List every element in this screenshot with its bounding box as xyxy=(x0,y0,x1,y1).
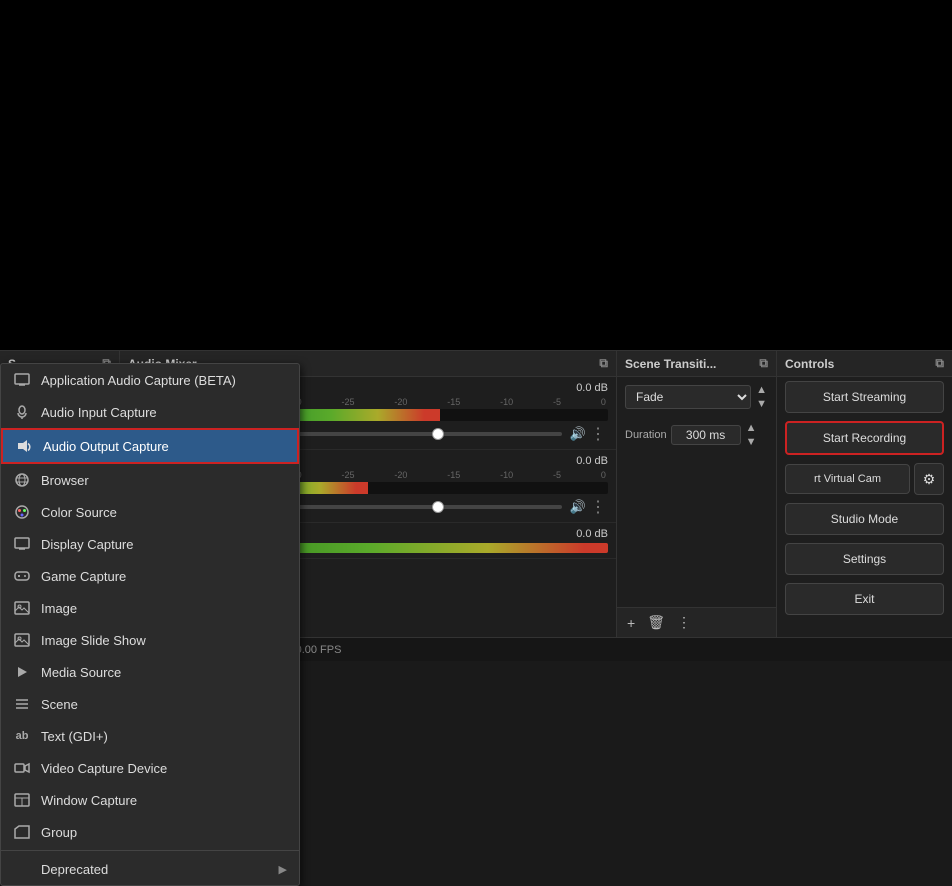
mixer-dots-1[interactable]: ⋮ xyxy=(588,424,608,444)
dropdown-item-text-gdip-label: Text (GDI+) xyxy=(41,729,287,744)
window-capture-icon xyxy=(13,791,31,809)
dropdown-item-app-audio-label: Application Audio Capture (BETA) xyxy=(41,373,287,388)
mixer-mute-2[interactable]: 🔊 xyxy=(568,497,588,517)
dropdown-item-deprecated-label: Deprecated xyxy=(41,862,269,877)
transition-type-select[interactable]: Fade Cut Swipe xyxy=(625,385,751,409)
start-recording-btn[interactable]: Start Recording xyxy=(785,421,944,455)
main-container: S ⧉ + 🗑 ⚙ ∧ ⋮ ⚙ ⋮ Audio Mixer ⧉ xyxy=(0,0,952,661)
dropdown-item-image-slide-show[interactable]: Image Slide Show xyxy=(1,624,299,656)
dropdown-item-browser-label: Browser xyxy=(41,473,287,488)
transitions-panel-header: Scene Transiti... ⧉ xyxy=(617,351,776,377)
dropdown-item-color-source[interactable]: Color Source xyxy=(1,496,299,528)
transition-delete-btn[interactable]: 🗑 xyxy=(643,612,669,633)
virtual-cam-btn[interactable]: rt Virtual Cam xyxy=(785,464,910,494)
dropdown-item-audio-output[interactable]: Audio Output Capture xyxy=(1,428,299,464)
dropdown-item-group-label: Group xyxy=(41,825,287,840)
dropdown-item-video-capture-label: Video Capture Device xyxy=(41,761,287,776)
dropdown-item-color-source-label: Color Source xyxy=(41,505,287,520)
transition-up-btn[interactable]: ▲ xyxy=(755,383,768,397)
transition-down-btn[interactable]: ▼ xyxy=(755,397,768,411)
deprecated-arrow-icon: ▶ xyxy=(279,863,287,876)
dropdown-item-scene-label: Scene xyxy=(41,697,287,712)
duration-arrows: ▲ ▼ xyxy=(745,421,758,449)
virtual-cam-row: rt Virtual Cam ⚙ xyxy=(785,463,944,495)
dropdown-item-display-capture[interactable]: Display Capture xyxy=(1,528,299,560)
duration-input[interactable] xyxy=(671,425,741,445)
deprecated-icon xyxy=(13,860,31,878)
controls-header-icon[interactable]: ⧉ xyxy=(935,356,944,371)
display-capture-icon xyxy=(13,535,31,553)
mixer-track-3-db: 0.0 dB xyxy=(576,528,608,540)
duration-down-btn[interactable]: ▼ xyxy=(745,435,758,449)
app-audio-icon xyxy=(13,371,31,389)
dropdown-item-window-capture-label: Window Capture xyxy=(41,793,287,808)
duration-up-btn[interactable]: ▲ xyxy=(745,421,758,435)
source-type-dropdown: Application Audio Capture (BETA) Audio I… xyxy=(0,363,300,886)
start-streaming-btn[interactable]: Start Streaming xyxy=(785,381,944,413)
dropdown-item-browser[interactable]: Browser xyxy=(1,464,299,496)
dropdown-item-video-capture-device[interactable]: Video Capture Device xyxy=(1,752,299,784)
dropdown-item-group[interactable]: Group xyxy=(1,816,299,848)
dropdown-item-audio-input[interactable]: Audio Input Capture xyxy=(1,396,299,428)
mixer-slider-thumb-2 xyxy=(432,501,444,513)
audio-input-icon xyxy=(13,403,31,421)
transitions-header-icon[interactable]: ⧉ xyxy=(759,356,768,371)
transitions-panel: Scene Transiti... ⧉ Fade Cut Swipe ▲ ▼ D… xyxy=(617,351,777,637)
transition-more-btn[interactable]: ⋮ xyxy=(673,612,695,633)
transition-select-row: Fade Cut Swipe ▲ ▼ xyxy=(617,377,776,417)
dropdown-item-window-capture[interactable]: Window Capture xyxy=(1,784,299,816)
audio-output-icon xyxy=(15,437,33,455)
media-source-icon xyxy=(13,663,31,681)
dropdown-item-deprecated[interactable]: Deprecated ▶ xyxy=(1,853,299,885)
dropdown-item-text-gdip[interactable]: ab Text (GDI+) xyxy=(1,720,299,752)
dropdown-item-audio-output-label: Audio Output Capture xyxy=(43,439,285,454)
duration-label: Duration xyxy=(625,429,667,441)
color-source-icon xyxy=(13,503,31,521)
transitions-toolbar: + 🗑 ⋮ xyxy=(617,607,776,637)
mixer-track-1-db: 0.0 dB xyxy=(576,382,608,394)
dropdown-item-display-capture-label: Display Capture xyxy=(41,537,287,552)
browser-icon xyxy=(13,471,31,489)
mixer-header-icon[interactable]: ⧉ xyxy=(599,356,608,371)
settings-btn[interactable]: Settings xyxy=(785,543,944,575)
controls-header-label: Controls xyxy=(785,357,834,371)
dropdown-item-media-source-label: Media Source xyxy=(41,665,287,680)
mixer-track-2-db: 0.0 dB xyxy=(576,455,608,467)
controls-panel-header: Controls ⧉ xyxy=(777,351,952,377)
dropdown-item-app-audio-capture[interactable]: Application Audio Capture (BETA) xyxy=(1,364,299,396)
mixer-dots-2[interactable]: ⋮ xyxy=(588,497,608,517)
virtual-cam-gear-btn[interactable]: ⚙ xyxy=(914,463,944,495)
scene-icon xyxy=(13,695,31,713)
controls-panel: Controls ⧉ Start Streaming Start Recordi… xyxy=(777,351,952,637)
dropdown-item-scene[interactable]: Scene xyxy=(1,688,299,720)
transitions-header-label: Scene Transiti... xyxy=(625,357,716,371)
dropdown-item-game-capture-label: Game Capture xyxy=(41,569,287,584)
preview-area xyxy=(0,0,952,350)
transition-arrows: ▲ ▼ xyxy=(755,383,768,411)
transition-add-btn[interactable]: + xyxy=(623,613,639,633)
dropdown-item-image-slide-show-label: Image Slide Show xyxy=(41,633,287,648)
dropdown-item-game-capture[interactable]: Game Capture xyxy=(1,560,299,592)
dropdown-item-audio-input-label: Audio Input Capture xyxy=(41,405,287,420)
exit-btn[interactable]: Exit xyxy=(785,583,944,615)
studio-mode-btn[interactable]: Studio Mode xyxy=(785,503,944,535)
dropdown-separator xyxy=(1,850,299,851)
transition-duration-row: Duration ▲ ▼ xyxy=(617,417,776,453)
game-capture-icon xyxy=(13,567,31,585)
text-gdip-icon: ab xyxy=(13,727,31,745)
video-capture-icon xyxy=(13,759,31,777)
dropdown-item-image-label: Image xyxy=(41,601,287,616)
image-icon xyxy=(13,599,31,617)
mixer-mute-1[interactable]: 🔊 xyxy=(568,424,588,444)
image-slideshow-icon xyxy=(13,631,31,649)
dropdown-item-image[interactable]: Image xyxy=(1,592,299,624)
mixer-slider-thumb-1 xyxy=(432,428,444,440)
group-icon xyxy=(13,823,31,841)
